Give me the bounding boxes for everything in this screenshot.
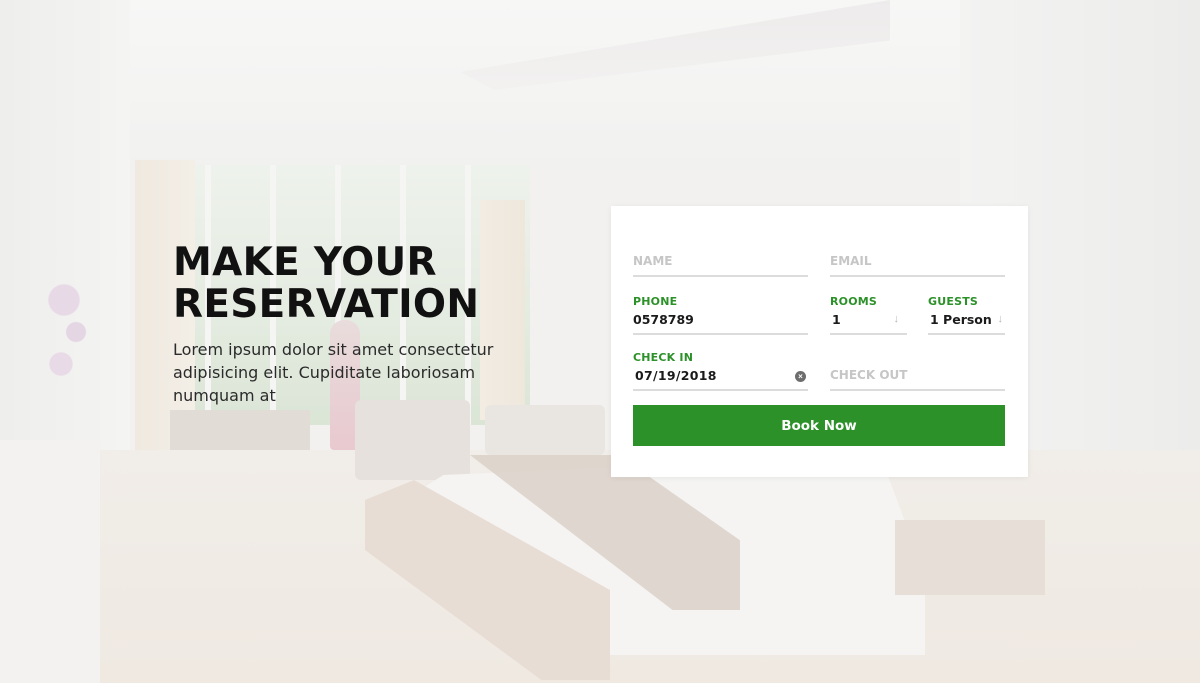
page-title-line-2: RESERVATION — [173, 282, 480, 327]
name-field[interactable]: NAME — [633, 253, 808, 277]
hero-description: Lorem ipsum dolor sit amet consectetur a… — [173, 340, 494, 405]
rooms-label: ROOMS — [830, 295, 878, 308]
page-title: MAKE YOUR RESERVATION — [173, 242, 533, 326]
guests-value: 1 Person — [930, 312, 992, 327]
phone-value: 0578789 — [633, 312, 694, 327]
phone-field[interactable]: PHONE 0578789 — [633, 295, 808, 335]
check-out-placeholder: CHECK OUT — [830, 368, 908, 382]
email-placeholder: EMAIL — [830, 254, 872, 268]
arrow-down-icon: ↓ — [997, 313, 1004, 325]
check-in-value: 07/19/2018 — [635, 368, 717, 383]
email-field[interactable]: EMAIL — [830, 253, 1005, 277]
phone-label: PHONE — [633, 295, 678, 308]
clear-icon[interactable]: × — [795, 371, 806, 382]
check-out-date-field[interactable]: CHECK OUT — [830, 367, 1005, 391]
guests-select[interactable]: GUESTS 1 Person ↓ — [928, 295, 1005, 335]
hero-section: MAKE YOUR RESERVATION Lorem ipsum dolor … — [173, 242, 533, 407]
guests-label: GUESTS — [928, 295, 979, 308]
arrow-down-icon: ↓ — [893, 313, 900, 325]
check-in-label: CHECK IN — [633, 351, 694, 364]
page-title-line-1: MAKE YOUR — [173, 240, 437, 285]
check-in-date-field[interactable]: CHECK IN 07/19/2018 × — [633, 351, 808, 391]
reservation-form: NAME EMAIL PHONE 0578789 ROOMS 1 ↓ GUEST… — [611, 206, 1028, 477]
book-now-button[interactable]: Book Now — [633, 405, 1005, 446]
name-placeholder: NAME — [633, 254, 673, 268]
rooms-select[interactable]: ROOMS 1 ↓ — [830, 295, 907, 335]
